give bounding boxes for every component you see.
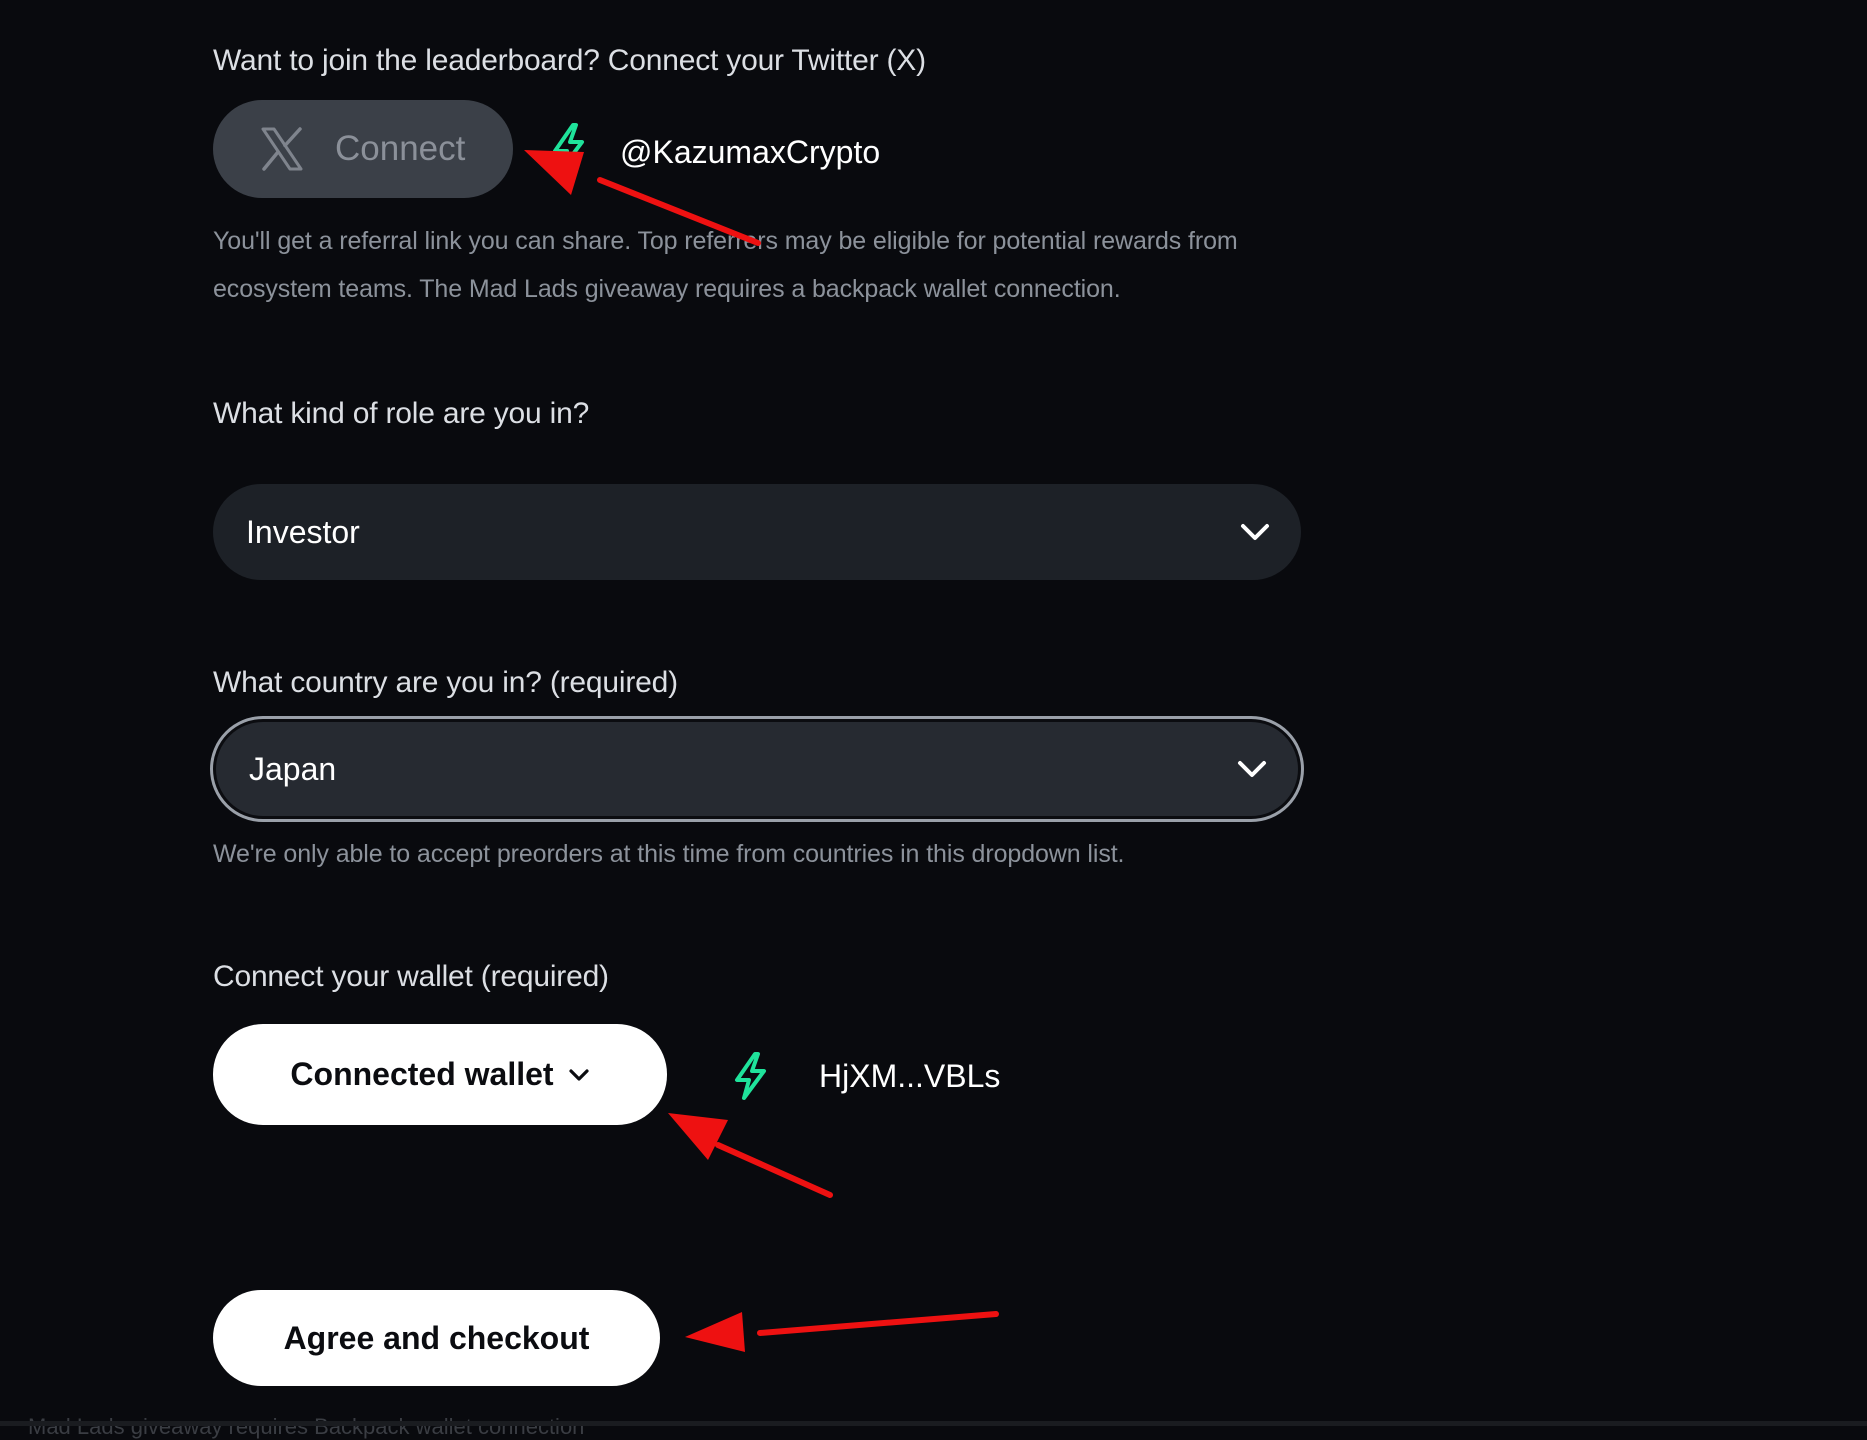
- twitter-handle: @KazumaxCrypto: [620, 134, 881, 170]
- wallet-address: HjXM...VBLs: [819, 1058, 1001, 1094]
- role-select[interactable]: Investor: [213, 484, 1301, 580]
- connected-wallet-button[interactable]: Connected wallet: [213, 1024, 667, 1125]
- role-label: What kind of role are you in?: [213, 397, 590, 430]
- twitter-connect-label: Connect: [335, 129, 466, 168]
- footer-faint-text: Mad Lads giveaway requires Backpack wall…: [28, 1414, 585, 1439]
- checkout-label: Agree and checkout: [283, 1319, 590, 1356]
- country-help-text: We're only able to accept preorders at t…: [213, 840, 1125, 868]
- country-label: What country are you in? (required): [213, 666, 678, 699]
- twitter-label: Want to join the leaderboard? Connect yo…: [213, 44, 926, 77]
- bottom-divider: [0, 1421, 1867, 1426]
- annotation-arrow-checkout: [685, 1311, 999, 1352]
- chevron-down-icon: [568, 1068, 589, 1081]
- lightning-bolt-icon: [553, 123, 584, 171]
- country-select[interactable]: Japan: [213, 719, 1301, 819]
- chevron-down-icon: [1238, 761, 1266, 777]
- country-select-value: Japan: [249, 750, 337, 787]
- role-select-value: Investor: [246, 513, 360, 550]
- annotation-arrows: [524, 150, 999, 1352]
- annotation-arrow-wallet: [668, 1113, 833, 1198]
- lightning-bolt-icon: [735, 1052, 766, 1100]
- connected-wallet-label: Connected wallet: [290, 1056, 554, 1092]
- x-logo-icon: [261, 127, 303, 171]
- chevron-down-icon: [1241, 524, 1269, 540]
- twitter-connect-button[interactable]: Connect: [213, 100, 513, 198]
- twitter-help-text: You'll get a referral link you can share…: [213, 227, 1238, 303]
- agree-and-checkout-button[interactable]: Agree and checkout: [213, 1290, 660, 1386]
- wallet-label: Connect your wallet (required): [213, 960, 609, 993]
